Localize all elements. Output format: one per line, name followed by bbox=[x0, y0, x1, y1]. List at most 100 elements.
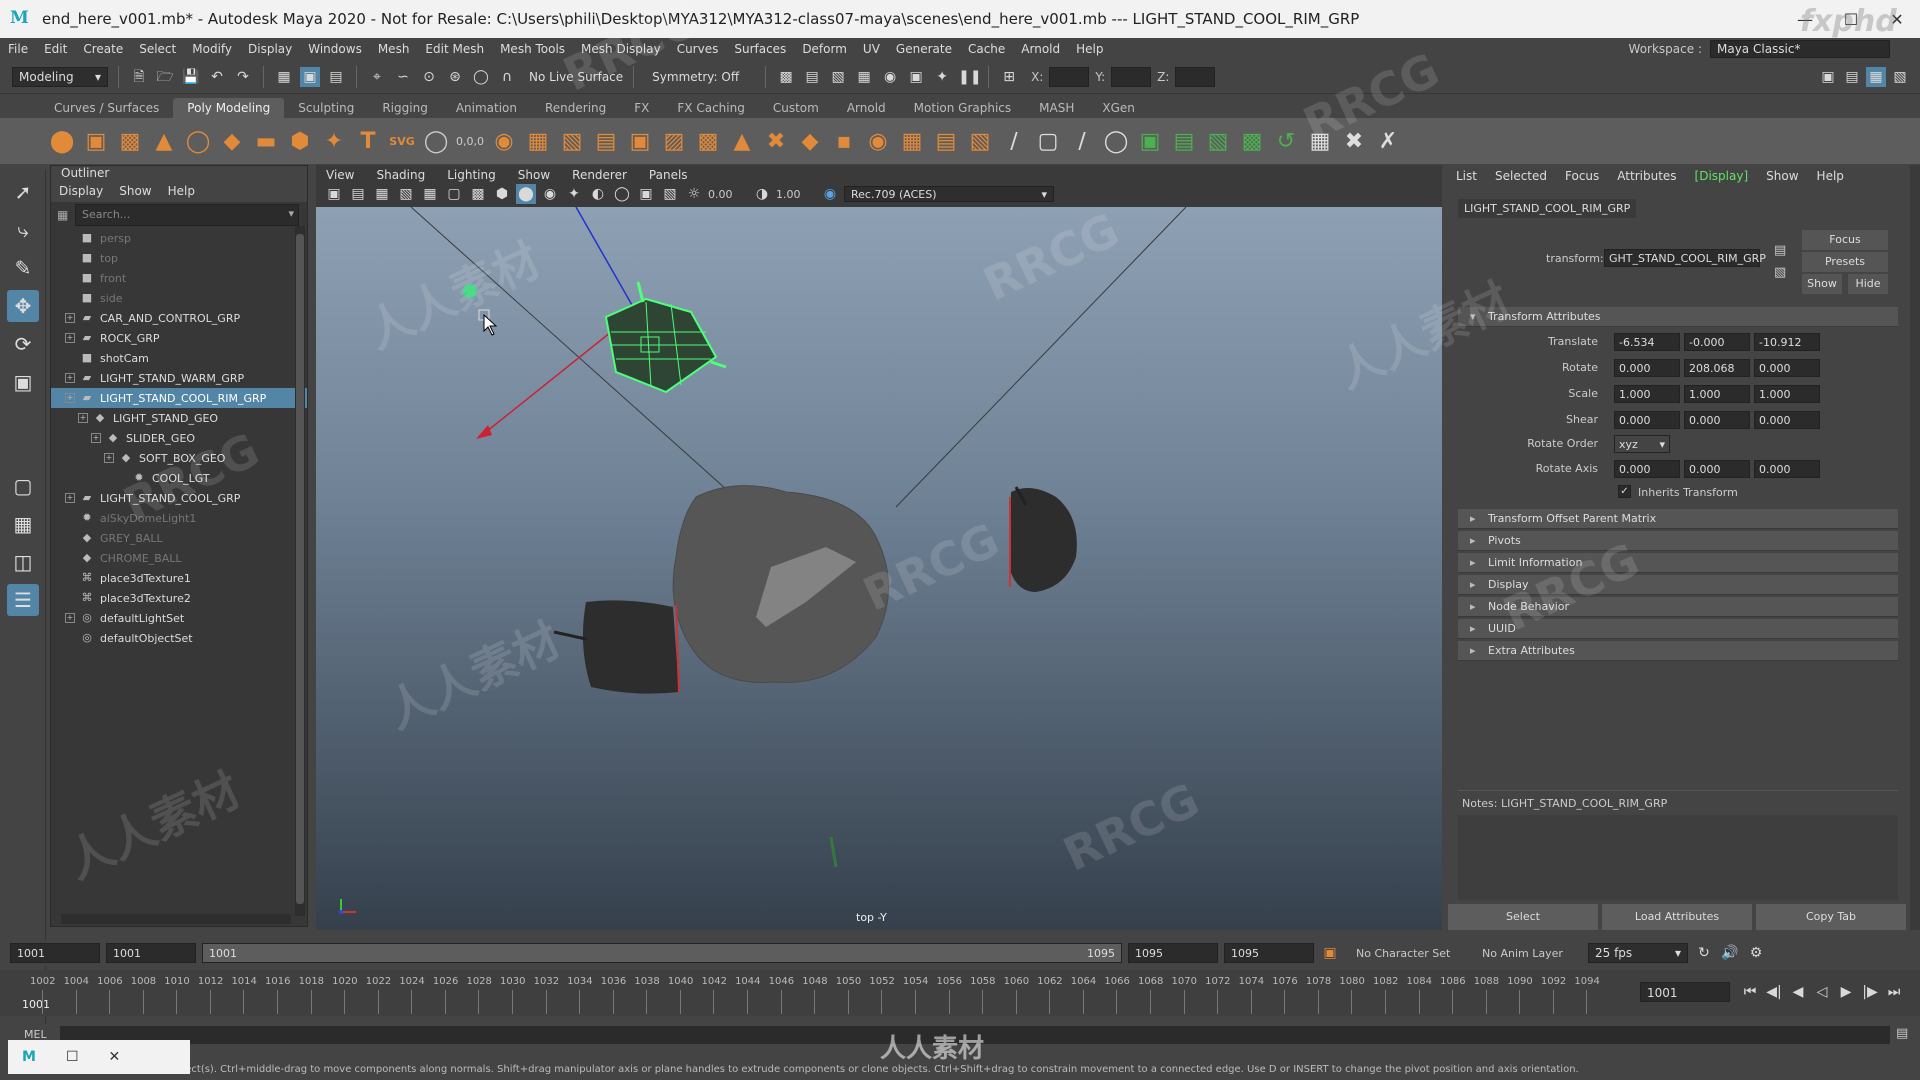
svg-icon[interactable]: SVG bbox=[388, 126, 416, 156]
outliner-menu-display[interactable]: Display bbox=[59, 184, 103, 202]
go-to-output-icon[interactable]: ▧ bbox=[1774, 265, 1786, 280]
poly-text-icon[interactable]: T bbox=[354, 126, 382, 156]
poly-plane-icon[interactable]: ◆ bbox=[218, 126, 246, 156]
outliner-scroll-thumb[interactable] bbox=[296, 234, 304, 904]
anim-start-field[interactable]: 1001 bbox=[10, 943, 100, 963]
select-component-icon[interactable]: ▤ bbox=[326, 67, 346, 87]
tool-settings-icon[interactable]: ▦ bbox=[1866, 66, 1886, 87]
outliner-item[interactable]: ■ front bbox=[51, 268, 307, 288]
expand-icon[interactable] bbox=[65, 573, 75, 583]
outliner-item[interactable]: + ▰ LIGHT_STAND_COOL_RIM_GRP bbox=[51, 388, 307, 408]
expand-icon[interactable]: + bbox=[65, 333, 75, 343]
transform-name-field[interactable]: GHT_STAND_COOL_RIM_GRP bbox=[1604, 249, 1766, 267]
undo-icon[interactable]: ↶ bbox=[207, 67, 227, 87]
viewport-menu-lighting[interactable]: Lighting bbox=[447, 168, 496, 182]
current-frame-field[interactable]: 1001 bbox=[1640, 982, 1730, 1002]
expand-icon[interactable]: + bbox=[104, 453, 114, 463]
translate-x-field[interactable]: -6.534 bbox=[1614, 333, 1680, 351]
menu-generate[interactable]: Generate bbox=[888, 42, 960, 56]
insert-edge-loop-icon[interactable]: ▦ bbox=[898, 126, 926, 156]
go-to-start-icon[interactable]: ⏮ bbox=[1740, 982, 1760, 1002]
attr-menu-selected[interactable]: Selected bbox=[1495, 169, 1547, 183]
outliner-item[interactable]: ◎ defaultObjectSet bbox=[51, 628, 307, 648]
resolution-gate-icon[interactable]: ▩ bbox=[468, 184, 488, 204]
menu-create[interactable]: Create bbox=[75, 42, 131, 56]
section-extra-attributes[interactable]: Extra Attributes bbox=[1458, 641, 1898, 661]
playback-start-field[interactable]: 1001 bbox=[106, 943, 196, 963]
anim-end-field[interactable]: 1095 bbox=[1224, 943, 1314, 963]
bridge-icon[interactable]: ▤ bbox=[592, 126, 620, 156]
light-editor-icon[interactable]: ✦ bbox=[932, 67, 952, 87]
translate-y-field[interactable]: -0.000 bbox=[1684, 333, 1750, 351]
menu-arnold[interactable]: Arnold bbox=[1013, 42, 1068, 56]
shelf-tab-poly-modeling[interactable]: Poly Modeling bbox=[173, 98, 285, 118]
node-tab[interactable]: LIGHT_STAND_COOL_RIM_GRP bbox=[1458, 199, 1637, 218]
ssao-icon[interactable]: ◯ bbox=[612, 184, 632, 204]
menu-mesh[interactable]: Mesh bbox=[370, 42, 418, 56]
platonic-icon[interactable]: ⬢ bbox=[286, 126, 314, 156]
bevel-icon[interactable]: ▨ bbox=[660, 126, 688, 156]
open-scene-icon[interactable]: 🗁 bbox=[155, 67, 175, 87]
input-field-icon[interactable]: ⊞ bbox=[999, 67, 1019, 87]
outliner-menu-help[interactable]: Help bbox=[168, 184, 195, 202]
rock-geo[interactable] bbox=[672, 485, 889, 684]
outliner-item[interactable]: + ◎ defaultLightSet bbox=[51, 608, 307, 628]
uv-unfold-icon[interactable]: ▩ bbox=[1238, 126, 1266, 156]
presets-button[interactable]: Presets bbox=[1802, 252, 1888, 272]
menu-select[interactable]: Select bbox=[131, 42, 184, 56]
go-to-input-icon[interactable]: ▤ bbox=[1774, 243, 1786, 258]
menu-modify[interactable]: Modify bbox=[184, 42, 240, 56]
step-back-icon[interactable]: ◀ bbox=[1788, 982, 1808, 1002]
show-button[interactable]: Show bbox=[1802, 274, 1842, 294]
outliner-item[interactable]: ◆ CHROME_BALL bbox=[51, 548, 307, 568]
render-frame-icon[interactable]: ▤ bbox=[802, 67, 822, 87]
menu-edit[interactable]: Edit bbox=[36, 42, 75, 56]
planar-map-icon[interactable]: ▢ bbox=[1034, 126, 1062, 156]
anim-layer-dropdown[interactable]: No Anim Layer bbox=[1482, 947, 1582, 960]
rotate-axis-y-field[interactable]: 0.000 bbox=[1684, 460, 1750, 478]
menu-deform[interactable]: Deform bbox=[794, 42, 855, 56]
play-back-icon[interactable]: ◁ bbox=[1812, 982, 1832, 1002]
render-setup-icon[interactable]: ▣ bbox=[906, 67, 926, 87]
fill-hole-icon[interactable]: ▩ bbox=[694, 126, 722, 156]
bookmark-icon[interactable]: ▦ bbox=[372, 184, 392, 204]
target-weld-icon[interactable]: ◆ bbox=[796, 126, 824, 156]
uv-optimize-icon[interactable]: ↺ bbox=[1272, 126, 1300, 156]
poly-cone-icon[interactable]: ▲ bbox=[150, 126, 178, 156]
exposure-field[interactable]: 0.00 bbox=[708, 188, 748, 201]
section-limit-information[interactable]: Limit Information bbox=[1458, 553, 1898, 573]
render-settings-icon[interactable]: ▦ bbox=[854, 67, 874, 87]
lasso-tool-icon[interactable]: ⤷ bbox=[7, 214, 39, 246]
section-pivots[interactable]: Pivots bbox=[1458, 531, 1898, 551]
save-scene-icon[interactable]: 💾 bbox=[181, 67, 201, 87]
x-field[interactable] bbox=[1049, 66, 1090, 87]
z-field[interactable] bbox=[1175, 66, 1216, 87]
snap-point-icon[interactable]: ⊙ bbox=[419, 67, 439, 87]
move-tool-icon[interactable]: ✥ bbox=[7, 290, 39, 322]
shear-z-field[interactable]: 0.000 bbox=[1754, 411, 1820, 429]
thumb-maximize-icon[interactable]: ☐ bbox=[66, 1049, 79, 1065]
outliner-item[interactable]: + ▰ ROCK_GRP bbox=[51, 328, 307, 348]
textured-icon[interactable]: ◉ bbox=[540, 184, 560, 204]
viewport-menu-show[interactable]: Show bbox=[518, 168, 550, 182]
scale-y-field[interactable]: 1.000 bbox=[1684, 385, 1750, 403]
attr-menu-help[interactable]: Help bbox=[1817, 169, 1844, 183]
expand-icon[interactable] bbox=[65, 353, 75, 363]
multi-cut-icon[interactable]: ✖ bbox=[762, 126, 790, 156]
viewport-menu-panels[interactable]: Panels bbox=[649, 168, 688, 182]
grid-toggle-icon[interactable]: ▦ bbox=[420, 184, 440, 204]
expand-icon[interactable] bbox=[65, 273, 75, 283]
pause-icon[interactable]: ❚❚ bbox=[958, 67, 981, 87]
polygon-count-icon[interactable]: 0,0,0 bbox=[456, 126, 484, 156]
outliner-item[interactable]: ■ persp bbox=[51, 228, 307, 248]
shelf-tab-xgen[interactable]: XGen bbox=[1088, 98, 1149, 118]
channel-box-icon[interactable]: ▧ bbox=[1890, 67, 1910, 87]
menu-edit-mesh[interactable]: Edit Mesh bbox=[417, 42, 492, 56]
uv-shell-icon[interactable]: ✗ bbox=[1374, 126, 1402, 156]
magnet-icon[interactable]: ∩ bbox=[497, 67, 517, 87]
snap-grid-icon[interactable]: ⌖ bbox=[367, 67, 387, 87]
expand-icon[interactable]: + bbox=[78, 413, 88, 423]
go-to-end-icon[interactable]: ⏭ bbox=[1884, 982, 1904, 1002]
outliner-item[interactable]: ■ shotCam bbox=[51, 348, 307, 368]
workspace-dropdown[interactable]: Maya Classic* bbox=[1710, 40, 1890, 58]
